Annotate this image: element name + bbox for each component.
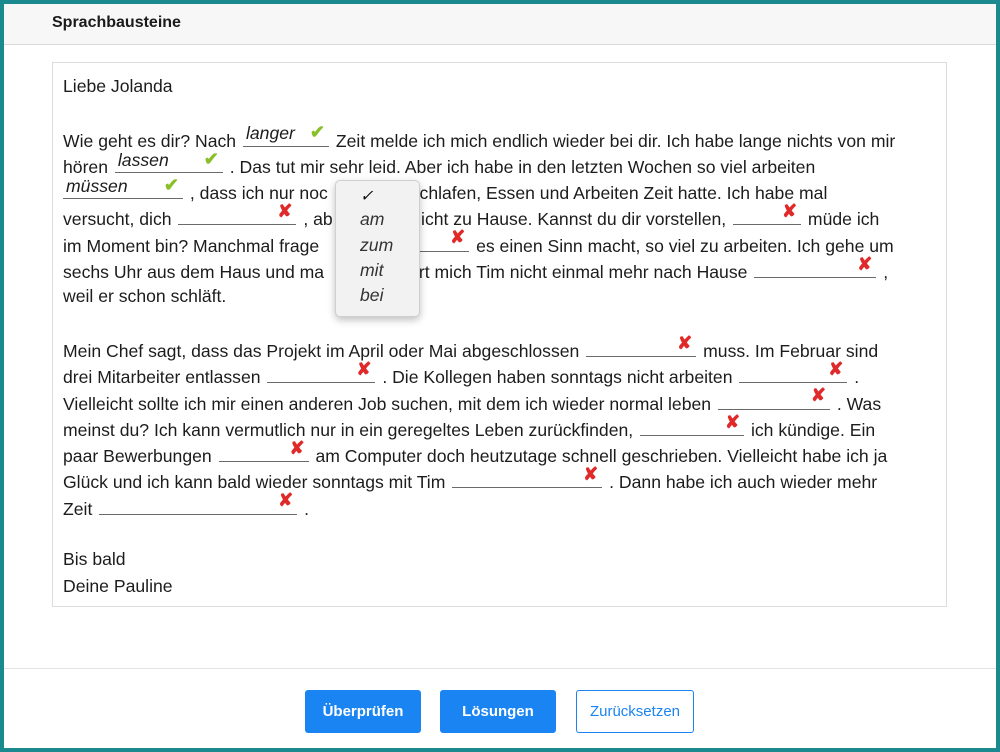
checkmark-icon: ✓ (360, 188, 374, 205)
gap-2-value: lassen (117, 149, 169, 170)
correct-icon: ✔ (163, 174, 179, 195)
wrong-icon: ✘ (828, 358, 844, 379)
text-segment: . Die Kollegen haben sonntags nicht arbe… (377, 367, 738, 388)
text-segment: Vielleicht sollte ich mir einen anderen … (63, 393, 716, 414)
dropdown-option-label: am (360, 209, 385, 229)
text-segment: . (299, 498, 309, 519)
gap-15-select[interactable]: ✘ (99, 490, 298, 515)
gap-2-select[interactable]: lassen ✔ (114, 149, 223, 173)
text-segment: Zeit melde ich mich endlich wieder bei d… (330, 130, 896, 151)
exercise-panel: Liebe Jolanda Wie geht es dir? Nach lang… (52, 62, 947, 607)
wrong-icon: ✘ (857, 253, 873, 274)
wrong-icon: ✘ (277, 201, 293, 222)
signature-line: Deine Pauline (63, 575, 173, 596)
text-segment: am Computer doch heutzutage schnell gesc… (310, 446, 888, 467)
correct-icon: ✔ (309, 122, 325, 143)
wrong-icon: ✘ (724, 411, 741, 432)
dropdown-option-label: zum (360, 235, 394, 255)
gap-9-select[interactable]: ✘ (267, 359, 376, 384)
title-bar: Sprachbausteine (4, 4, 996, 45)
text-segment: Schlafen, Essen und Arbeiten Zeit hatte.… (407, 183, 828, 204)
wrong-icon: ✘ (781, 201, 798, 222)
gap-10-select[interactable]: ✘ (739, 359, 848, 384)
text-segment: muss. Im Februar sind (698, 340, 879, 361)
closing-line: Bis bald (63, 549, 126, 570)
dropdown-option-label: bei (360, 285, 384, 305)
gap-5-select[interactable]: ✘ (733, 201, 802, 226)
footer-divider (4, 668, 996, 669)
wrong-icon: ✘ (278, 490, 294, 511)
text-segment: , (878, 262, 889, 283)
text-segment: . Was (831, 393, 882, 414)
text-segment: . (849, 367, 860, 388)
text-segment: meinst du? Ich kann vermutlich nur in ei… (63, 419, 639, 440)
page-title: Sprachbausteine (52, 14, 181, 31)
options-dropdown[interactable]: ✓ am zum mit bei (335, 180, 420, 317)
dropdown-option-label: mit (360, 260, 384, 280)
wrong-icon: ✘ (583, 464, 599, 485)
gap-1-value: langer (245, 123, 295, 144)
dropdown-option-bei[interactable]: bei (336, 285, 419, 310)
app-window: Sprachbausteine Liebe Jolanda Wie geht e… (0, 0, 1000, 752)
gap-8-select[interactable]: ✘ (586, 333, 697, 357)
solutions-button[interactable]: Lösungen (440, 690, 556, 733)
text-segment: im Moment bin? Manchmal frage (63, 235, 320, 256)
dropdown-option-zum[interactable]: zum (336, 235, 419, 260)
wrong-icon: ✘ (356, 358, 372, 379)
gap-13-select[interactable]: ✘ (218, 438, 309, 463)
text-segment: , dass ich nur noc (185, 183, 328, 204)
letter-text: Liebe Jolanda Wie geht es dir? Nach lang… (63, 73, 933, 599)
greeting: Liebe Jolanda (63, 76, 173, 96)
check-button[interactable]: Überprüfen (305, 690, 421, 733)
correct-icon: ✔ (203, 148, 219, 169)
gap-3-select[interactable]: müssen ✔ (63, 175, 183, 200)
reset-button[interactable]: Zurücksetzen (576, 690, 694, 733)
text-segment: sechs Uhr aus dem Haus und ma (63, 262, 325, 283)
text-segment: ört mich Tim nicht einmal mehr nach Haus… (409, 262, 753, 283)
dropdown-option-mit[interactable]: mit (336, 260, 419, 285)
gap-4-select[interactable]: ✘ (178, 201, 297, 226)
text-segment: es einen Sinn macht, so viel zu arbeiten… (471, 235, 894, 256)
text-segment: st nicht zu Hause. Kannst du dir vorstel… (392, 209, 732, 230)
text-segment: weil er schon schläft. (63, 286, 227, 307)
text-segment: . Dann habe ich auch wieder mehr (604, 472, 878, 493)
text-segment: Glück und ich kann bald wieder sonntags … (63, 472, 451, 493)
text-segment: ich kündige. Ein (746, 419, 876, 440)
text-segment: versucht, dich (63, 209, 177, 230)
gap-12-select[interactable]: ✘ (640, 412, 745, 436)
dropdown-option-am[interactable]: am (336, 209, 419, 234)
text-segment: drei Mitarbeiter entlassen (63, 367, 266, 388)
text-segment: Zeit (63, 498, 98, 519)
gap-1-select[interactable]: langer ✔ (242, 122, 329, 147)
gap-7-select[interactable]: ✘ (754, 254, 877, 279)
wrong-icon: ✘ (677, 332, 693, 353)
wrong-icon: ✘ (450, 227, 466, 248)
text-segment: müde ich (803, 209, 880, 230)
text-segment: Mein Chef sagt, dass das Projekt im Apri… (63, 340, 585, 361)
wrong-icon: ✘ (289, 437, 305, 458)
text-segment: . Das tut mir sehr leid. Aber ich habe i… (224, 156, 816, 177)
text-segment: paar Bewerbungen (63, 446, 217, 467)
text-segment: , ab (298, 209, 333, 230)
gap-14-select[interactable]: ✘ (452, 464, 603, 489)
dropdown-empty-option[interactable]: ✓ (336, 183, 419, 208)
wrong-icon: ✘ (810, 385, 826, 406)
gap-11-select[interactable]: ✘ (717, 385, 830, 410)
gap-3-value: müssen (66, 175, 128, 196)
